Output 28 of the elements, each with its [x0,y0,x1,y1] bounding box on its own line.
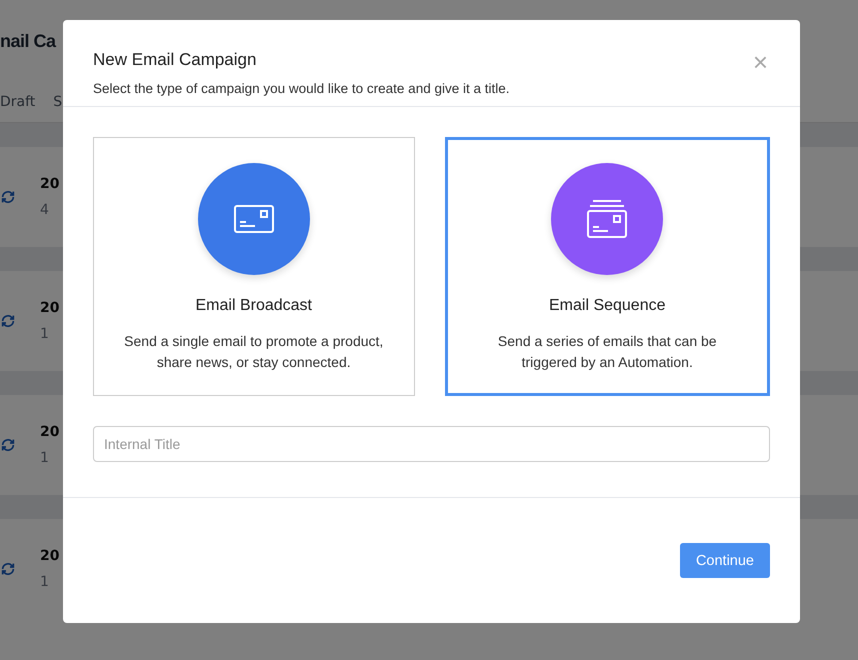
campaign-meta: 4 [40,202,50,218]
card-description: Send a series of emails that can be triggered by an Automation. [496,332,718,372]
card-title: Email Sequence [548,297,666,315]
page-title: nail Ca [0,30,56,52]
campaign-name: 20 [40,176,60,192]
continue-button[interactable]: Continue [680,543,770,578]
sync-icon [0,437,16,453]
card-icon [234,205,274,233]
campaign-name: 20 [40,300,60,316]
campaign-meta: 1 [40,326,50,342]
title-field[interactable]: Internal Title [93,426,770,462]
dialog-subtitle: Select the type of campaign you would like to create and give it a title. [93,81,510,96]
campaign-meta: 1 [40,574,50,590]
close-button[interactable]: × [752,50,768,74]
campaign-name: 20 [40,548,60,564]
sync-icon [0,561,16,577]
card-description: Send a single email to promote a product, share news, or stay connected. [123,332,384,372]
campaign-meta: 1 [40,450,50,466]
dialog-title: New Email Campaign [93,50,256,70]
status-tab[interactable]: S [53,94,62,110]
sync-icon [0,189,16,205]
status-tab[interactable]: Draft [0,94,36,110]
campaign-name: 20 [40,424,60,440]
card-stack-icon [587,200,628,238]
campaign-type-card[interactable]: Email Broadcast Send a single email to promote a product, share news, or stay connected. [93,137,414,396]
card-title: Email Broadcast [196,297,312,315]
sync-icon [0,313,16,329]
campaign-type-card[interactable]: Email Sequence Send a series of emails that can be triggered by an Automation. [444,137,770,396]
